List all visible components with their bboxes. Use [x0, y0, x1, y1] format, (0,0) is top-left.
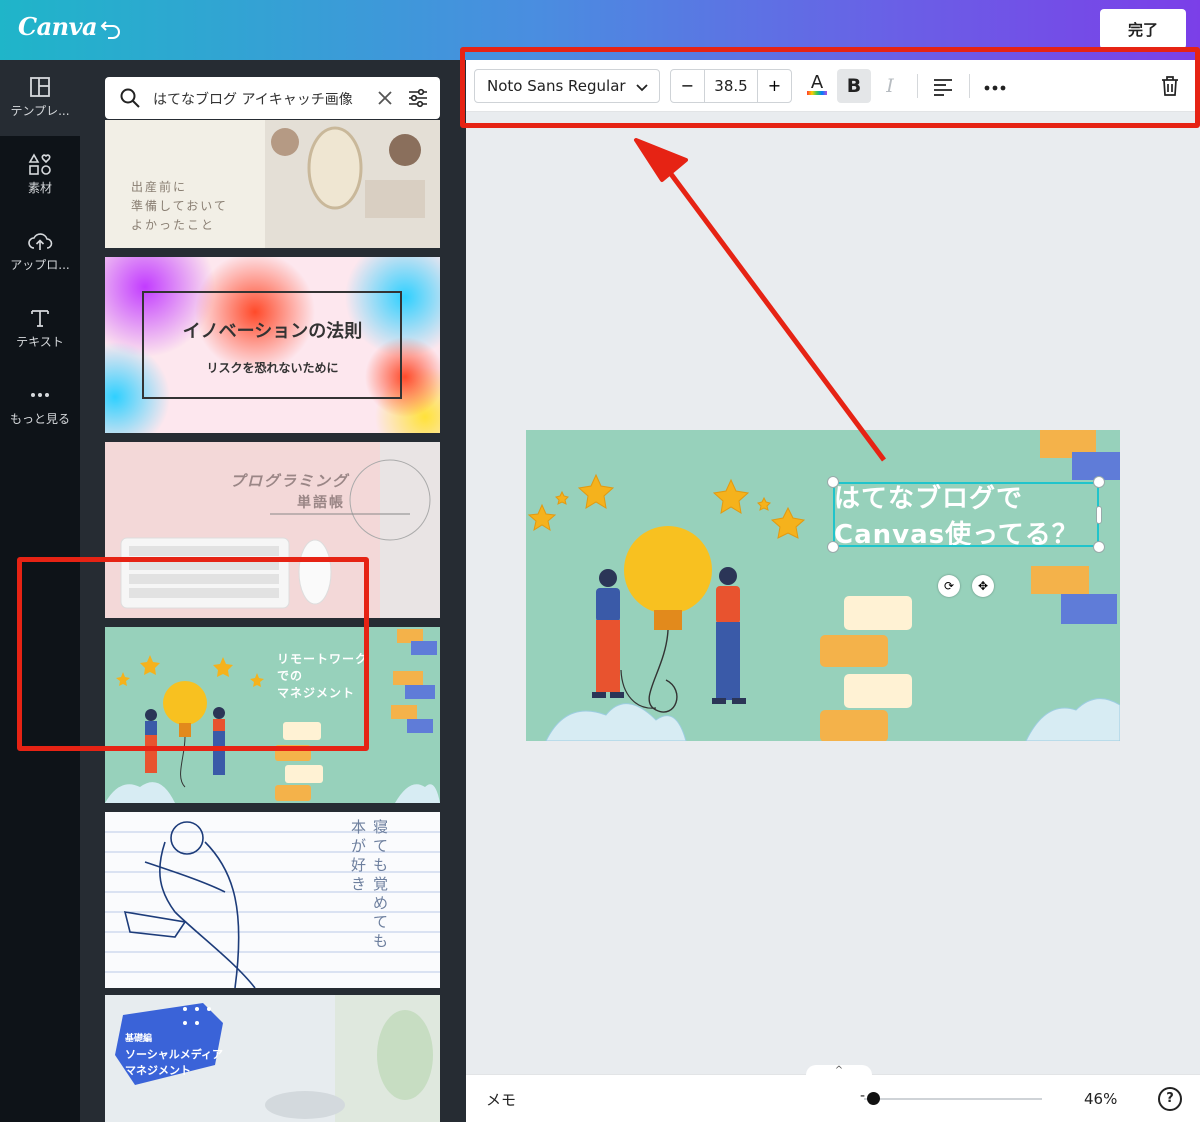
template-text: 出産前に [131, 180, 188, 194]
template-text: での [277, 669, 304, 683]
bottom-bar: ^ メモ - 46% ? [466, 1065, 1200, 1122]
search-icon [120, 88, 140, 108]
template-thumbnail[interactable]: 寝ても覚めても 本が好き [105, 812, 440, 988]
font-size-stepper: − 38.5 + [670, 69, 792, 103]
rail-label: テキスト [16, 335, 64, 349]
align-button[interactable] [926, 69, 960, 103]
template-thumbnail-selected[interactable]: リモートワーク での マネジメント [105, 627, 440, 803]
text-color-icon: A [807, 72, 827, 95]
italic-button[interactable]: I [873, 69, 907, 103]
text-color-button[interactable]: A [800, 69, 834, 103]
text-color-letter: A [811, 72, 824, 93]
template-thumbnail[interactable]: 基礎編 ソーシャルメディア マネジメント [105, 995, 440, 1122]
text-toolbar: Noto Sans Regular − 38.5 + A B I [466, 60, 1200, 112]
expand-pages-button[interactable]: ^ [806, 1065, 872, 1079]
template-title: イノベーションの法則 [182, 321, 363, 342]
template-art [120, 442, 440, 618]
template-thumbnail[interactable]: 出産前に 準備しておいて よかったこと [105, 120, 440, 248]
template-text: 準備しておいて [131, 199, 228, 213]
search-input[interactable]: はてなブログ アイキャッチ画像 [153, 89, 369, 109]
template-title: プログラミング [230, 472, 350, 490]
delete-button[interactable] [1153, 69, 1187, 103]
zoom-slider[interactable] [864, 1098, 1042, 1100]
align-left-icon [934, 79, 952, 96]
design-art [527, 430, 1120, 741]
more-options-button[interactable] [978, 69, 1012, 103]
rail-label: 素材 [27, 181, 52, 195]
rail-item-elements[interactable]: 素材 [0, 137, 80, 213]
rail-item-more[interactable]: もっと見る [0, 368, 80, 444]
rail-item-templates[interactable]: テンプレ... [0, 60, 80, 136]
rail-label: もっと見る [9, 412, 70, 426]
template-icon [30, 77, 50, 97]
rotate-icon[interactable]: ⟳ [938, 575, 960, 597]
template-art [105, 629, 440, 803]
filter-icon[interactable] [407, 87, 429, 109]
undo-icon[interactable] [98, 16, 124, 42]
rail-item-uploads[interactable]: アップロ... [0, 214, 80, 290]
shapes-icon [28, 153, 51, 175]
template-text: マネジメント [277, 686, 356, 700]
template-subtitle: リスクを恐れないために [206, 361, 339, 375]
bold-button[interactable]: B [837, 69, 871, 103]
trash-icon [1162, 76, 1178, 96]
template-text: リモートワーク [277, 652, 369, 666]
rail-label: テンプレ... [10, 104, 70, 118]
template-panel: はてなブログ アイキャッチ画像 出産前に 準備しておいて よかったこと イノベー… [80, 60, 466, 1122]
search-box[interactable]: はてなブログ アイキャッチ画像 [105, 77, 440, 119]
help-button[interactable]: ? [1158, 1087, 1182, 1111]
resize-handle[interactable] [827, 476, 839, 488]
more-dots-icon [31, 393, 49, 397]
rail-label: アップロ... [10, 258, 70, 272]
done-button[interactable]: 完了 [1100, 9, 1186, 49]
side-resize-handle[interactable] [1096, 506, 1102, 524]
decrease-size-button[interactable]: − [671, 70, 705, 102]
cloud-upload-icon [28, 233, 53, 250]
text-selection-frame [833, 482, 1099, 547]
template-text: ソーシャルメディア [125, 1048, 224, 1061]
clear-icon[interactable] [375, 88, 395, 108]
design-canvas[interactable] [526, 430, 1120, 741]
template-thumbnail[interactable]: イノベーションの法則 リスクを恐れないために [105, 257, 440, 433]
template-art [105, 257, 440, 433]
font-name: Noto Sans Regular [487, 77, 626, 95]
template-text: マネジメント [125, 1064, 191, 1077]
template-text: 本が好き [351, 818, 367, 893]
zoom-out-button[interactable]: - [860, 1088, 865, 1104]
template-subtitle: 単語帳 [297, 495, 345, 511]
template-text: 寝ても覚めても [373, 818, 389, 950]
text-t-icon [31, 310, 49, 327]
font-dropdown[interactable]: Noto Sans Regular [474, 69, 660, 103]
toolbar-divider [917, 74, 918, 98]
resize-handle[interactable] [827, 541, 839, 553]
chevron-up-icon: ^ [834, 1065, 844, 1076]
left-rail: テンプレ... 素材 アップロ... テキスト もっと見る [0, 60, 80, 1122]
increase-size-button[interactable]: + [757, 70, 791, 102]
resize-handle[interactable] [1093, 476, 1105, 488]
chevron-down-icon [636, 84, 648, 92]
more-horizontal-icon [984, 85, 1006, 91]
resize-handle[interactable] [1093, 541, 1105, 553]
zoom-level[interactable]: 46% [1084, 1090, 1117, 1108]
canva-logo[interactable]: Canva [18, 12, 98, 41]
rail-item-text[interactable]: テキスト [0, 291, 80, 367]
template-thumbnail[interactable]: プログラミング 単語帳 [105, 442, 440, 618]
template-text: よかったこと [131, 218, 216, 232]
toolbar-divider [969, 74, 970, 98]
notes-button[interactable]: メモ [486, 1089, 516, 1110]
font-size-input[interactable]: 38.5 [705, 70, 757, 102]
template-tag: 基礎編 [125, 1034, 153, 1044]
zoom-slider-knob[interactable] [867, 1092, 880, 1105]
move-icon[interactable]: ✥ [972, 575, 994, 597]
top-bar: Canva 完了 [0, 0, 1200, 60]
